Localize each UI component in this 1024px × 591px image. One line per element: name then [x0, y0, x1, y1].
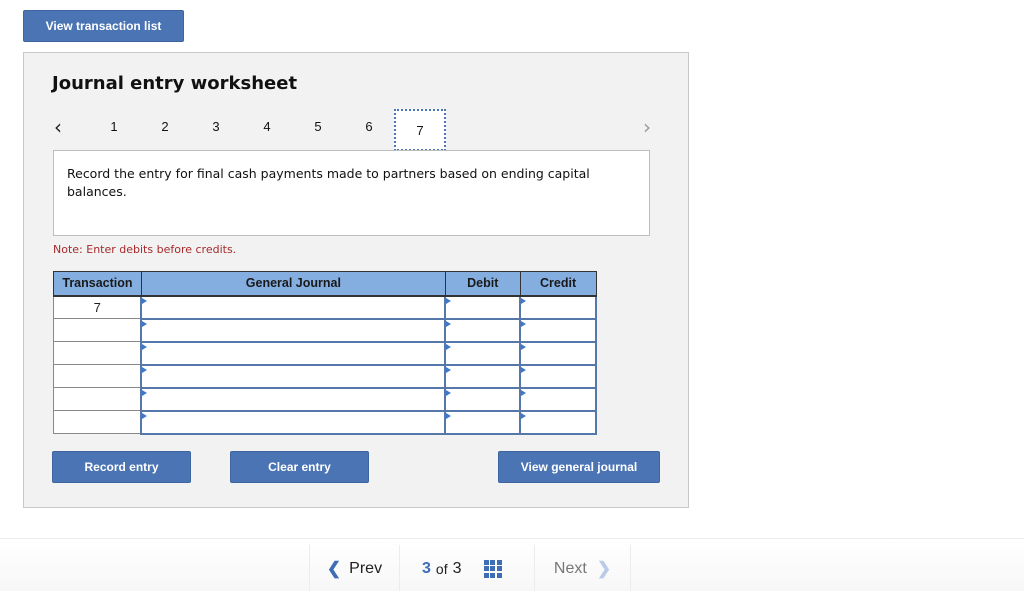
- page-7-tab-active[interactable]: 7: [394, 109, 446, 151]
- page-6-tab[interactable]: 6: [359, 119, 379, 134]
- table-row: [53, 317, 597, 343]
- worksheet-pager: ‹ 1 2 3 4 5 6 7 ›: [24, 109, 688, 151]
- table-row: [53, 409, 597, 435]
- debit-cell[interactable]: [444, 386, 522, 412]
- record-entry-button[interactable]: Record entry: [52, 451, 191, 483]
- view-transaction-list-button[interactable]: View transaction list: [23, 10, 184, 42]
- debit-cell[interactable]: [444, 409, 522, 435]
- debit-input[interactable]: [446, 365, 520, 387]
- transaction-cell: [53, 341, 142, 365]
- transaction-cell: [53, 387, 142, 411]
- transaction-cell: [53, 364, 142, 388]
- debit-cell[interactable]: [444, 363, 522, 389]
- header-credit: Credit: [519, 271, 597, 297]
- debit-input[interactable]: [446, 411, 520, 433]
- prev-label: Prev: [349, 559, 383, 577]
- transaction-cell: 7: [53, 295, 142, 319]
- journal-entry-worksheet: Journal entry worksheet ‹ 1 2 3 4 5 6 7 …: [23, 52, 689, 508]
- account-cell[interactable]: [140, 340, 447, 366]
- chevron-right-icon[interactable]: ›: [643, 115, 651, 139]
- page-1-tab[interactable]: 1: [104, 119, 124, 134]
- credit-cell[interactable]: [519, 317, 597, 343]
- debit-input[interactable]: [446, 296, 520, 318]
- of-label: of: [435, 560, 448, 577]
- account-cell[interactable]: [140, 386, 447, 412]
- table-row: [53, 340, 597, 366]
- question-navigation-footer: ❮ Prev 3 of 3 Next ❯: [0, 538, 1024, 591]
- table-row: 7: [53, 294, 597, 320]
- page-4-tab[interactable]: 4: [257, 119, 277, 134]
- header-debit: Debit: [444, 271, 521, 297]
- debit-input[interactable]: [446, 342, 520, 364]
- chevron-left-icon: ❮: [326, 558, 342, 578]
- account-input[interactable]: [142, 342, 445, 364]
- journal-table: Transaction General Journal Debit Credit…: [53, 271, 597, 435]
- debit-input[interactable]: [446, 319, 520, 341]
- chevron-left-icon[interactable]: ‹: [54, 115, 62, 139]
- account-cell[interactable]: [140, 294, 447, 320]
- credit-input[interactable]: [521, 319, 595, 341]
- credit-cell[interactable]: [519, 409, 597, 435]
- credit-input[interactable]: [521, 342, 595, 364]
- header-general-journal: General Journal: [140, 271, 446, 297]
- debits-note: Note: Enter debits before credits.: [53, 243, 237, 256]
- credit-cell[interactable]: [519, 340, 597, 366]
- credit-cell[interactable]: [519, 386, 597, 412]
- view-general-journal-button[interactable]: View general journal: [498, 451, 660, 483]
- account-cell[interactable]: [140, 317, 447, 343]
- chevron-right-icon: ❯: [596, 558, 612, 578]
- next-button[interactable]: Next ❯: [535, 545, 631, 591]
- total-questions: 3: [452, 559, 462, 577]
- table-row: [53, 386, 597, 412]
- account-cell[interactable]: [140, 409, 447, 435]
- account-input[interactable]: [142, 388, 445, 410]
- entry-instructions: Record the entry for final cash payments…: [53, 150, 650, 236]
- table-row: [53, 363, 597, 389]
- transaction-cell: [53, 410, 142, 434]
- debit-input[interactable]: [446, 388, 520, 410]
- page-3-tab[interactable]: 3: [206, 119, 226, 134]
- debit-cell[interactable]: [444, 317, 522, 343]
- credit-input[interactable]: [521, 411, 595, 433]
- account-input[interactable]: [142, 319, 445, 341]
- next-label: Next: [553, 559, 587, 577]
- header-transaction: Transaction: [53, 271, 142, 297]
- question-counter: 3 of 3: [400, 545, 535, 591]
- worksheet-title: Journal entry worksheet: [52, 73, 298, 94]
- account-input[interactable]: [142, 296, 445, 318]
- debit-cell[interactable]: [444, 340, 522, 366]
- credit-cell[interactable]: [519, 363, 597, 389]
- credit-input[interactable]: [521, 365, 595, 387]
- clear-entry-button[interactable]: Clear entry: [230, 451, 369, 483]
- current-question: 3: [422, 559, 431, 577]
- page-2-tab[interactable]: 2: [155, 119, 175, 134]
- page-5-tab[interactable]: 5: [308, 119, 328, 134]
- debit-cell[interactable]: [444, 294, 522, 320]
- account-input[interactable]: [142, 365, 445, 387]
- transaction-cell: [53, 318, 142, 342]
- account-cell[interactable]: [140, 363, 447, 389]
- account-input[interactable]: [142, 411, 445, 433]
- prev-button[interactable]: ❮ Prev: [309, 545, 400, 591]
- credit-input[interactable]: [521, 296, 595, 318]
- journal-header-row: Transaction General Journal Debit Credit: [53, 271, 597, 297]
- grid-icon[interactable]: [483, 559, 502, 578]
- credit-cell[interactable]: [519, 294, 597, 320]
- credit-input[interactable]: [521, 388, 595, 410]
